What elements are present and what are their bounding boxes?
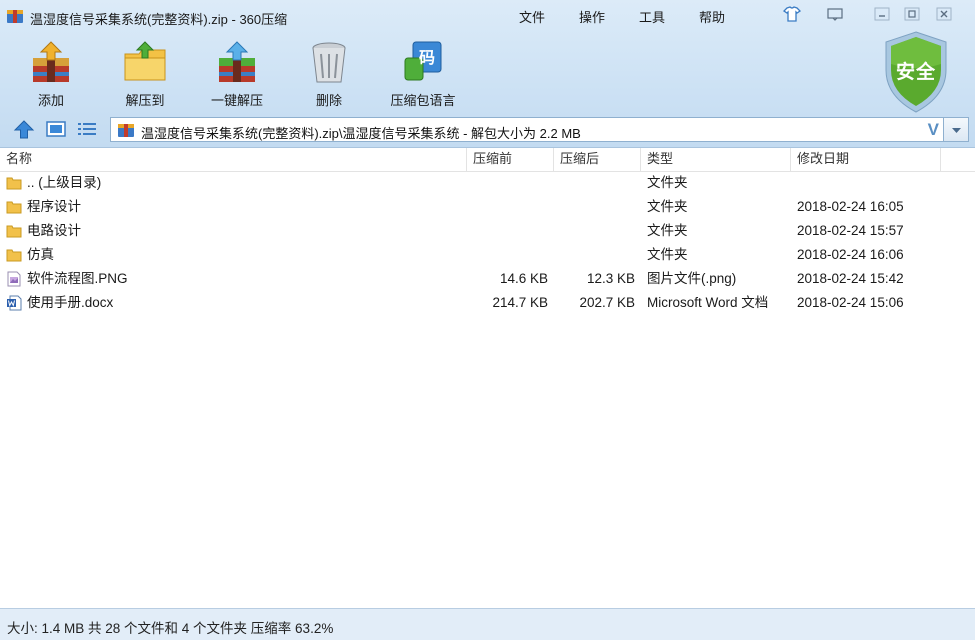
file-size-after <box>554 195 635 219</box>
feedback-icon[interactable] <box>824 5 846 21</box>
add-archive-icon <box>33 41 69 82</box>
file-size-before <box>467 171 548 195</box>
column-header-type[interactable]: 类型 <box>641 148 791 172</box>
address-history-icon[interactable]: V <box>928 120 939 140</box>
up-level-icon[interactable] <box>12 118 36 140</box>
list-header: 名称 压缩前 压缩后 类型 修改日期 <box>0 148 975 172</box>
title-bar: 温湿度信号采集系统(完整资料).zip - 360压缩 文件 操作 工具 帮助 <box>0 0 975 30</box>
file-size-after <box>554 243 635 267</box>
file-size-after: 12.3 KB <box>586 271 635 286</box>
one-click-extract-button[interactable]: 一键解压 <box>202 38 272 108</box>
file-size-before <box>467 243 548 267</box>
file-type: 文件夹 <box>647 247 688 262</box>
delete-button-label: 删除 <box>315 93 342 108</box>
window-title: 温湿度信号采集系统(完整资料).zip - 360压缩 <box>30 12 288 27</box>
file-type: 文件夹 <box>647 175 688 190</box>
archive-language-button-label: 压缩包语言 <box>390 93 456 108</box>
file-size-after: 202.7 KB <box>579 295 635 310</box>
list-view-icon[interactable] <box>75 118 99 140</box>
file-size-before <box>467 219 548 243</box>
file-size-after <box>554 171 635 195</box>
file-type: 图片文件(.png) <box>647 271 737 286</box>
png-file-icon <box>7 271 21 287</box>
file-modified: 2018-02-24 15:06 <box>797 295 904 310</box>
file-size-before: 214.7 KB <box>492 295 548 310</box>
file-size-before <box>467 195 548 219</box>
delete-trash-icon <box>312 42 346 83</box>
archive-language-glyph: 码 <box>419 48 435 67</box>
file-type: 文件夹 <box>647 223 688 238</box>
extract-to-icon <box>124 41 166 81</box>
status-bar: 大小: 1.4 MB 共 28 个文件和 4 个文件夹 压缩率 63.2% <box>0 608 975 640</box>
list-item[interactable]: 软件流程图.PNG 14.6 KB 12.3 KB 图片文件(.png) 201… <box>0 267 975 291</box>
address-row: 温湿度信号采集系统(完整资料).zip\温湿度信号采集系统 - 解包大小为 2.… <box>0 114 975 144</box>
status-text: 大小: 1.4 MB 共 28 个文件和 4 个文件夹 压缩率 63.2% <box>7 621 334 636</box>
top-panel: 温湿度信号采集系统(完整资料).zip - 360压缩 文件 操作 工具 帮助 <box>0 0 975 148</box>
list-item[interactable]: 仿真 文件夹 2018-02-24 16:06 <box>0 243 975 267</box>
menu-file[interactable]: 文件 <box>519 7 545 26</box>
folder-icon <box>6 249 22 262</box>
file-name: 仿真 <box>27 247 54 262</box>
add-button[interactable]: 添加 <box>16 38 86 108</box>
address-bar[interactable]: 温湿度信号采集系统(完整资料).zip\温湿度信号采集系统 - 解包大小为 2.… <box>110 117 944 142</box>
app-logo-icon <box>7 10 23 23</box>
menu-tools[interactable]: 工具 <box>639 7 665 26</box>
file-size-after <box>554 219 635 243</box>
file-type: Microsoft Word 文档 <box>647 295 769 310</box>
file-modified: 2018-02-24 16:05 <box>797 199 904 214</box>
file-modified: 2018-02-24 16:06 <box>797 247 904 262</box>
archive-language-icon: 码 <box>404 41 442 81</box>
skin-shirt-icon[interactable] <box>781 5 803 22</box>
folder-icon <box>6 225 22 238</box>
one-click-extract-button-label: 一键解压 <box>210 93 263 108</box>
file-name: 使用手册.docx <box>27 295 114 310</box>
column-header-modified[interactable]: 修改日期 <box>791 148 941 172</box>
one-click-extract-icon <box>219 41 255 82</box>
extract-to-button-label: 解压到 <box>125 93 165 108</box>
folder-icon <box>6 177 22 190</box>
maximize-icon[interactable] <box>901 5 923 21</box>
file-name: .. (上级目录) <box>27 175 102 190</box>
file-modified: 2018-02-24 15:57 <box>797 223 904 238</box>
chevron-down-icon <box>952 128 961 133</box>
security-badge-text: 安全 <box>895 62 936 83</box>
file-name: 软件流程图.PNG <box>27 271 128 286</box>
security-shield-badge[interactable]: 安全 <box>880 30 952 114</box>
minimize-icon[interactable] <box>871 5 893 21</box>
archive-language-button[interactable]: 码 压缩包语言 <box>388 38 458 108</box>
file-name: 电路设计 <box>27 223 81 238</box>
column-header-size-before[interactable]: 压缩前 <box>467 148 554 172</box>
list-item[interactable]: .. (上级目录) 文件夹 <box>0 171 975 195</box>
extract-to-button[interactable]: 解压到 <box>110 38 180 108</box>
file-modified: 2018-02-24 15:42 <box>797 271 904 286</box>
list-item[interactable]: 使用手册.docx 214.7 KB 202.7 KB Microsoft Wo… <box>0 291 975 315</box>
list-item[interactable]: 程序设计 文件夹 2018-02-24 16:05 <box>0 195 975 219</box>
thumbnail-view-icon[interactable] <box>44 118 68 140</box>
delete-button[interactable]: 删除 <box>294 38 364 108</box>
address-dropdown-button[interactable] <box>944 117 969 142</box>
list-item[interactable]: 电路设计 文件夹 2018-02-24 15:57 <box>0 219 975 243</box>
address-path: 温湿度信号采集系统(完整资料).zip\温湿度信号采集系统 - 解包大小为 2.… <box>141 126 581 141</box>
column-header-size-after[interactable]: 压缩后 <box>554 148 641 172</box>
menu-operation[interactable]: 操作 <box>579 7 605 26</box>
file-name: 程序设计 <box>27 199 81 214</box>
folder-icon <box>6 201 22 214</box>
menu-help[interactable]: 帮助 <box>699 7 725 26</box>
file-size-before: 14.6 KB <box>499 271 548 286</box>
zip-archive-icon <box>118 124 134 137</box>
close-icon[interactable] <box>933 5 955 21</box>
column-header-name[interactable]: 名称 <box>0 148 467 172</box>
word-file-icon <box>7 295 22 311</box>
file-type: 文件夹 <box>647 199 688 214</box>
add-button-label: 添加 <box>37 93 64 108</box>
file-list[interactable]: 名称 压缩前 压缩后 类型 修改日期 .. (上级目录) 文件夹 程序设计 文件… <box>0 148 975 608</box>
